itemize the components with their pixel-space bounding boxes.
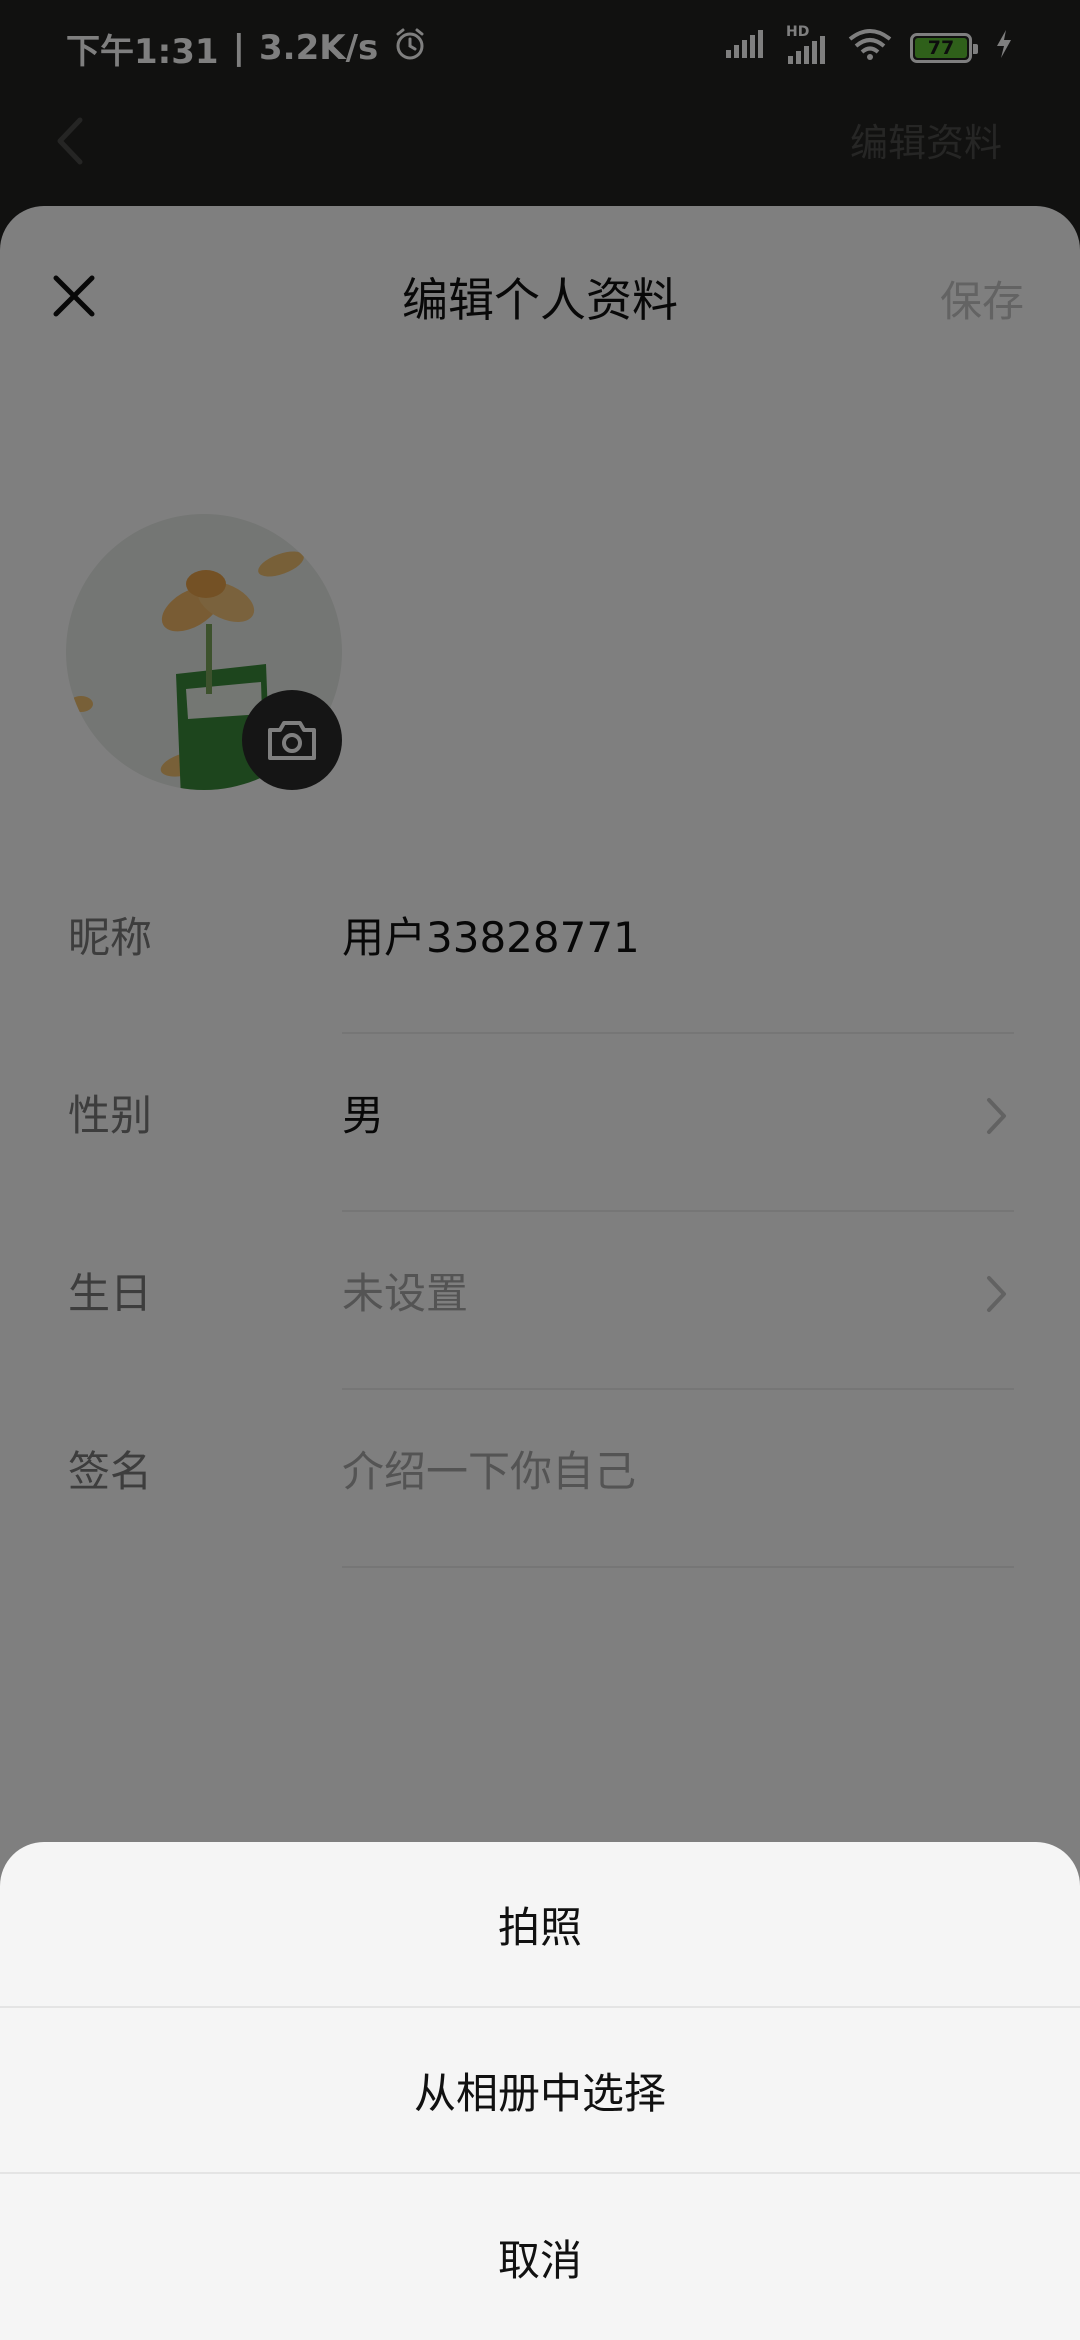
photo-action-sheet: 拍照 从相册中选择 取消 [0, 1842, 1080, 2340]
screen: 下午1:31 | 3.2K/s [0, 0, 1080, 2340]
choose-from-album-button[interactable]: 从相册中选择 [0, 2008, 1080, 2174]
take-photo-button[interactable]: 拍照 [0, 1842, 1080, 2008]
cancel-button[interactable]: 取消 [0, 2174, 1080, 2340]
